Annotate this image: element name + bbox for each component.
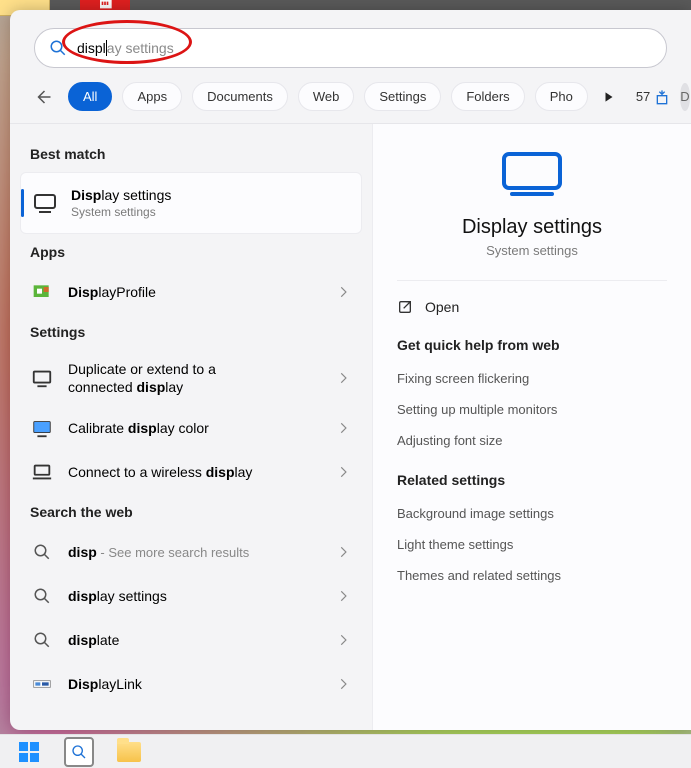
monitor-icon: [33, 191, 57, 215]
web-result-display-settings[interactable]: display settings: [20, 574, 362, 618]
section-search-web: Search the web: [20, 494, 362, 530]
search-panel: display settings All Apps Documents Web …: [10, 10, 691, 730]
tab-web[interactable]: Web: [298, 82, 355, 111]
search-icon: [49, 39, 67, 57]
quick-help-link[interactable]: Fixing screen flickering: [397, 363, 667, 394]
taskbar-explorer-button[interactable]: [114, 737, 144, 767]
web-result-displaylink[interactable]: DisplayLink: [20, 662, 362, 706]
chevron-right-icon: [336, 285, 352, 299]
chevron-right-icon: [336, 589, 352, 603]
tab-photos[interactable]: Pho: [535, 82, 588, 111]
app-result-displayprofile[interactable]: DisplayProfile: [20, 270, 362, 314]
chevron-right-icon: [336, 545, 352, 559]
tab-all[interactable]: All: [68, 82, 112, 111]
web-result-disp[interactable]: disp - See more search results: [20, 530, 362, 574]
quick-help-link[interactable]: Adjusting font size: [397, 425, 667, 456]
web-result-displate[interactable]: displate: [20, 618, 362, 662]
tab-settings[interactable]: Settings: [364, 82, 441, 111]
quick-help-label: Get quick help from web: [397, 333, 667, 363]
related-setting-link[interactable]: Background image settings: [397, 498, 667, 529]
chevron-right-icon: [336, 421, 352, 435]
related-setting-link[interactable]: Themes and related settings: [397, 560, 667, 591]
quick-help-link[interactable]: Setting up multiple monitors: [397, 394, 667, 425]
related-settings-label: Related settings: [397, 468, 667, 498]
tab-apps[interactable]: Apps: [122, 82, 182, 111]
settings-result-wireless-display[interactable]: Connect to a wireless display: [20, 450, 362, 494]
search-input[interactable]: display settings: [34, 28, 667, 68]
search-icon: [30, 628, 54, 652]
best-match-result[interactable]: Display settings System settings: [20, 172, 362, 234]
search-ghost-text: ay settings: [107, 40, 174, 56]
search-icon: [30, 540, 54, 564]
taskbar-search-button[interactable]: [64, 737, 94, 767]
best-match-title: Display settings: [71, 187, 171, 203]
start-button[interactable]: [14, 737, 44, 767]
chevron-right-icon: [336, 371, 352, 385]
preview-title: Display settings: [462, 216, 602, 239]
rewards-points[interactable]: 57: [636, 89, 670, 105]
app-icon: [30, 280, 54, 304]
user-avatar[interactable]: D: [680, 83, 689, 111]
more-tabs-button[interactable]: [602, 90, 616, 104]
taskbar: [0, 734, 691, 768]
preview-subtitle: System settings: [486, 243, 578, 258]
related-setting-link[interactable]: Light theme settings: [397, 529, 667, 560]
section-best-match: Best match: [20, 136, 362, 172]
chevron-right-icon: [336, 633, 352, 647]
best-match-subtitle: System settings: [71, 205, 171, 219]
displaylink-icon: [30, 672, 54, 696]
monitor-icon: [502, 152, 562, 196]
section-apps: Apps: [20, 234, 362, 270]
tab-folders[interactable]: Folders: [451, 82, 524, 111]
monitor-icon: [30, 366, 54, 390]
chevron-right-icon: [336, 465, 352, 479]
open-icon: [397, 299, 413, 315]
settings-result-calibrate-color[interactable]: Calibrate display color: [20, 406, 362, 450]
laptop-icon: [30, 460, 54, 484]
back-button[interactable]: [34, 84, 52, 110]
settings-result-duplicate-extend[interactable]: Duplicate or extend to aconnected displa…: [20, 350, 362, 406]
chevron-right-icon: [336, 677, 352, 691]
section-settings: Settings: [20, 314, 362, 350]
tab-documents[interactable]: Documents: [192, 82, 288, 111]
open-button[interactable]: Open: [397, 299, 667, 333]
monitor-color-icon: [30, 416, 54, 440]
search-icon: [30, 584, 54, 608]
search-typed-text: displ: [77, 40, 106, 56]
